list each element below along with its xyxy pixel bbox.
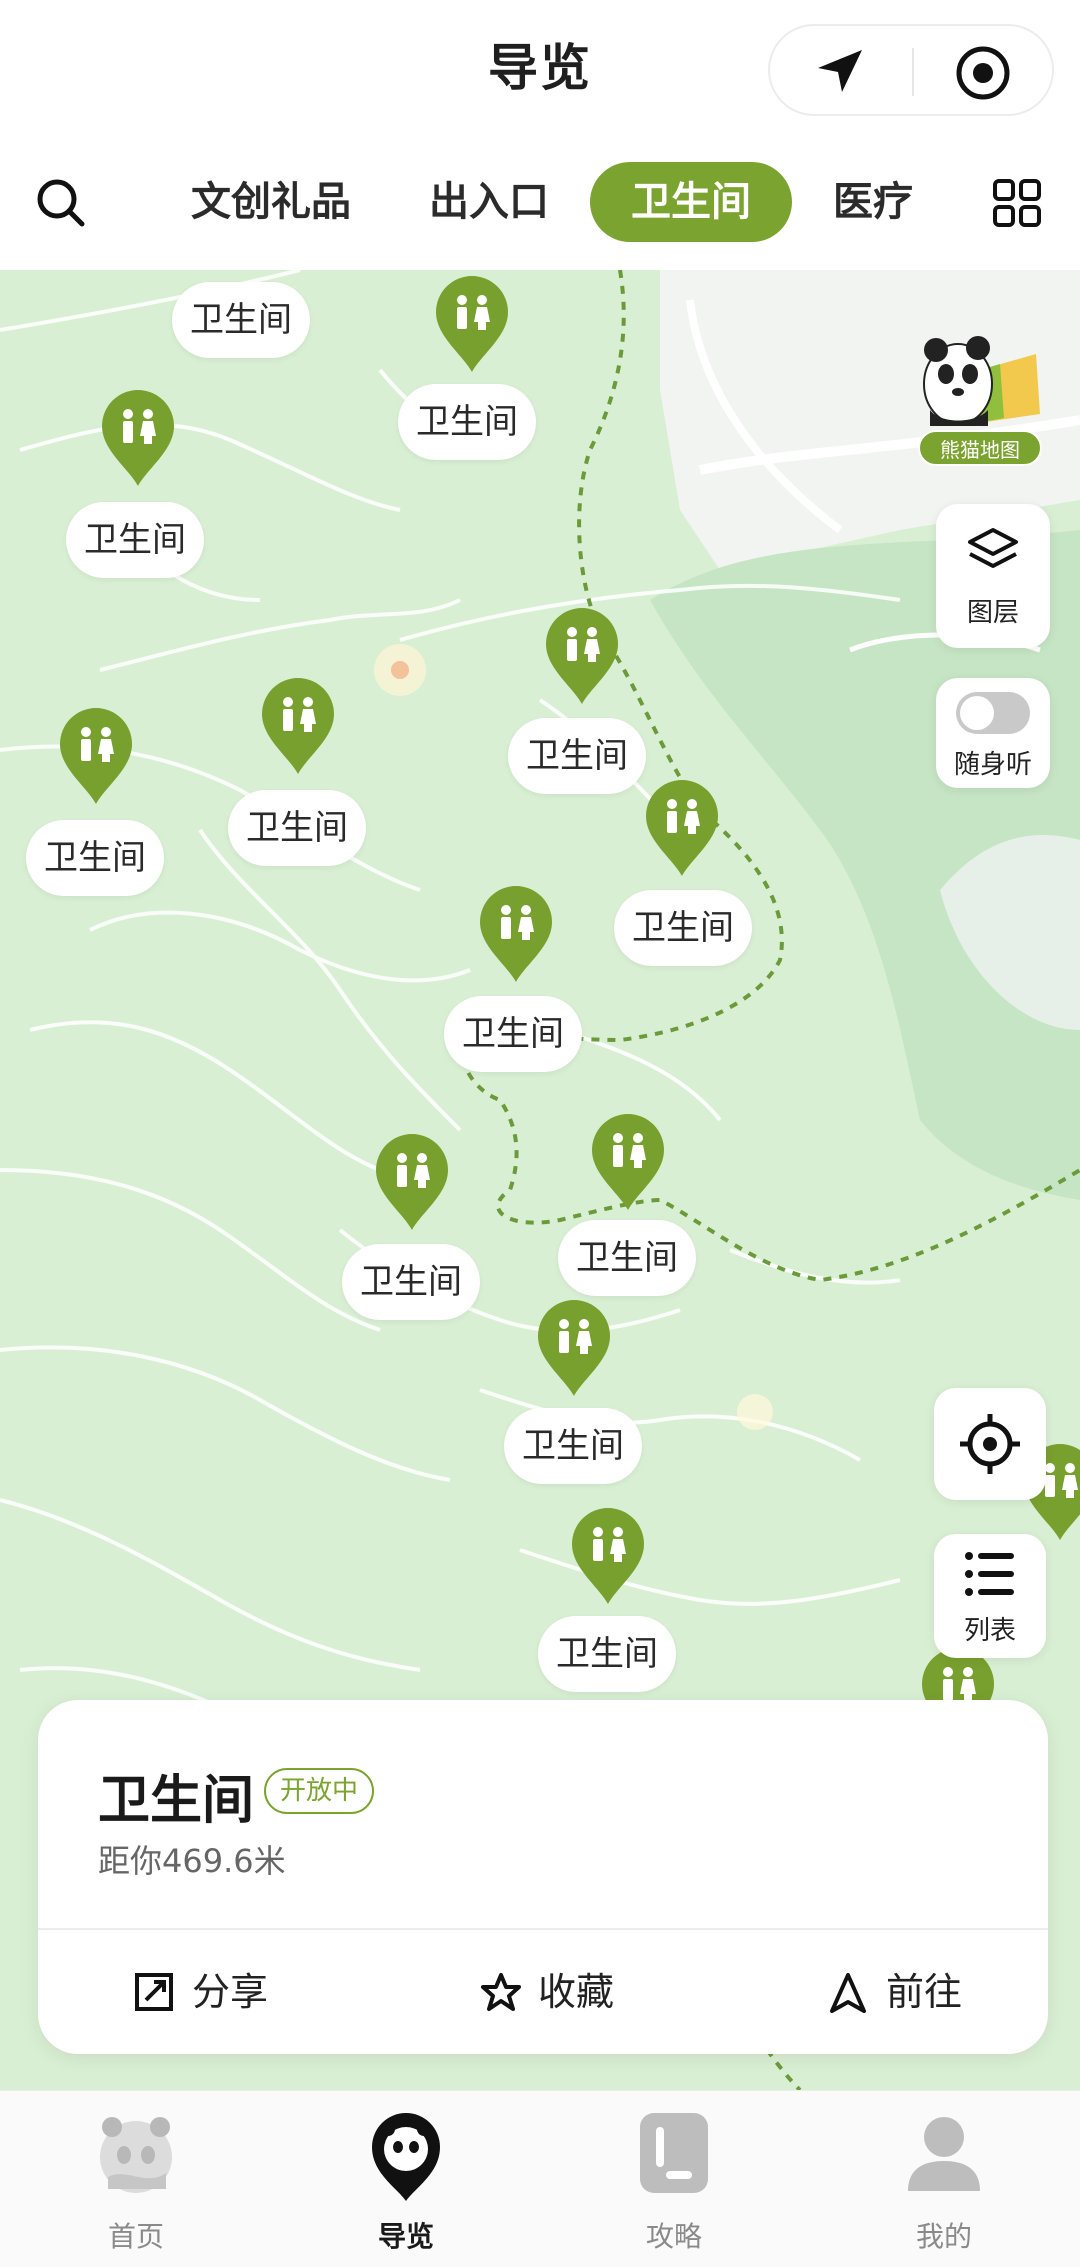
poi-detail-card[interactable]: 卫生间 开放中 距你469.6米 分享 收藏 前往: [38, 1700, 1048, 2054]
nav-profile[interactable]: 我的: [874, 2107, 1014, 2257]
nav-guide-label: 导览: [377, 2220, 434, 2253]
poi-label[interactable]: 卫生间: [558, 1220, 696, 1296]
locate-me-button[interactable]: [934, 1388, 1046, 1500]
nav-profile-label: 我的: [915, 2220, 972, 2253]
navigation-arrow-icon[interactable]: [810, 46, 870, 98]
poi-label[interactable]: 卫生间: [504, 1408, 642, 1484]
share-button[interactable]: 分享: [134, 1962, 294, 2022]
poi-name: 卫生间: [98, 1771, 255, 1831]
tab-restrooms[interactable]: 卫生间: [590, 162, 792, 242]
restroom-pin[interactable]: [258, 676, 338, 776]
favorite-label: 收藏: [538, 1970, 615, 2014]
poi-label[interactable]: 卫生间: [508, 718, 646, 794]
guide-book-icon: [640, 2113, 708, 2193]
nav-guide[interactable]: 导览: [336, 2107, 476, 2257]
nav-home[interactable]: 首页: [66, 2107, 206, 2257]
restroom-pin[interactable]: [372, 1132, 452, 1232]
poi-label[interactable]: 卫生间: [614, 890, 752, 966]
poi-label[interactable]: 卫生间: [228, 790, 366, 866]
audio-guide-label: 随身听: [953, 750, 1032, 780]
audio-guide-toggle[interactable]: [956, 692, 1030, 734]
poi-label[interactable]: 卫生间: [398, 384, 536, 460]
category-tabs: 文创礼品 出入口 卫生间 医疗: [0, 140, 1080, 270]
restroom-pin[interactable]: [568, 1506, 648, 1606]
search-icon[interactable]: [34, 176, 88, 230]
poi-label[interactable]: 卫生间: [342, 1244, 480, 1320]
poi-label[interactable]: 卫生间: [26, 820, 164, 896]
poi-label[interactable]: 卫生间: [172, 282, 310, 358]
poi-label[interactable]: 卫生间: [66, 502, 204, 578]
layers-label: 图层: [966, 598, 1019, 628]
status-badge: 开放中: [264, 1768, 375, 1814]
restroom-pin[interactable]: [642, 778, 722, 878]
restroom-pin[interactable]: [56, 706, 136, 806]
restroom-pin[interactable]: [98, 388, 178, 488]
list-label: 列表: [963, 1616, 1016, 1646]
panda-guide-icon: [372, 2113, 440, 2201]
navigate-icon: [830, 1973, 866, 2013]
layers-icon: [968, 528, 1018, 568]
target-circle-icon[interactable]: [954, 44, 1012, 102]
crosshair-icon: [960, 1414, 1020, 1474]
list-button[interactable]: 列表: [934, 1534, 1046, 1658]
poi-label[interactable]: 卫生间: [444, 996, 582, 1072]
tab-gifts[interactable]: 文创礼品: [186, 162, 356, 242]
audio-guide-card: 随身听: [936, 678, 1050, 788]
nav-home-label: 首页: [107, 2220, 164, 2253]
grid-icon[interactable]: [992, 178, 1042, 228]
go-label: 前往: [886, 1970, 963, 2014]
top-bar: 导览: [0, 0, 1080, 140]
restroom-pin[interactable]: [476, 884, 556, 984]
poi-label[interactable]: 卫生间: [538, 1616, 676, 1692]
capsule-divider: [912, 48, 914, 96]
favorite-button[interactable]: 收藏: [480, 1962, 640, 2022]
restroom-pin[interactable]: [432, 274, 512, 374]
nav-strategy-label: 攻略: [645, 2220, 702, 2253]
panda-home-icon: [100, 2117, 172, 2193]
tab-medical[interactable]: 医疗: [828, 162, 918, 242]
card-divider: [38, 1928, 1048, 1930]
header-capsule: [768, 24, 1054, 116]
panda-map-label: 熊猫地图: [918, 430, 1042, 466]
share-label: 分享: [192, 1970, 269, 2014]
bottom-nav: 首页 导览 攻略 我的: [0, 2090, 1080, 2267]
restroom-pin[interactable]: [588, 1112, 668, 1212]
list-icon: [965, 1552, 1014, 1596]
restroom-pin[interactable]: [542, 606, 622, 706]
nav-strategy[interactable]: 攻略: [604, 2107, 744, 2257]
panda-map-button[interactable]: 熊猫地图: [916, 314, 1044, 466]
toggle-knob: [960, 696, 994, 730]
tab-entrances[interactable]: 出入口: [424, 162, 554, 242]
go-button[interactable]: 前往: [828, 1962, 988, 2022]
star-icon: [481, 1973, 521, 2011]
restroom-pin[interactable]: [534, 1298, 614, 1398]
user-icon: [908, 2117, 980, 2191]
layers-button[interactable]: 图层: [936, 504, 1050, 648]
share-icon: [135, 1973, 173, 2011]
poi-distance: 距你469.6米: [98, 1842, 286, 1880]
panda-map-icon: [923, 336, 1040, 426]
